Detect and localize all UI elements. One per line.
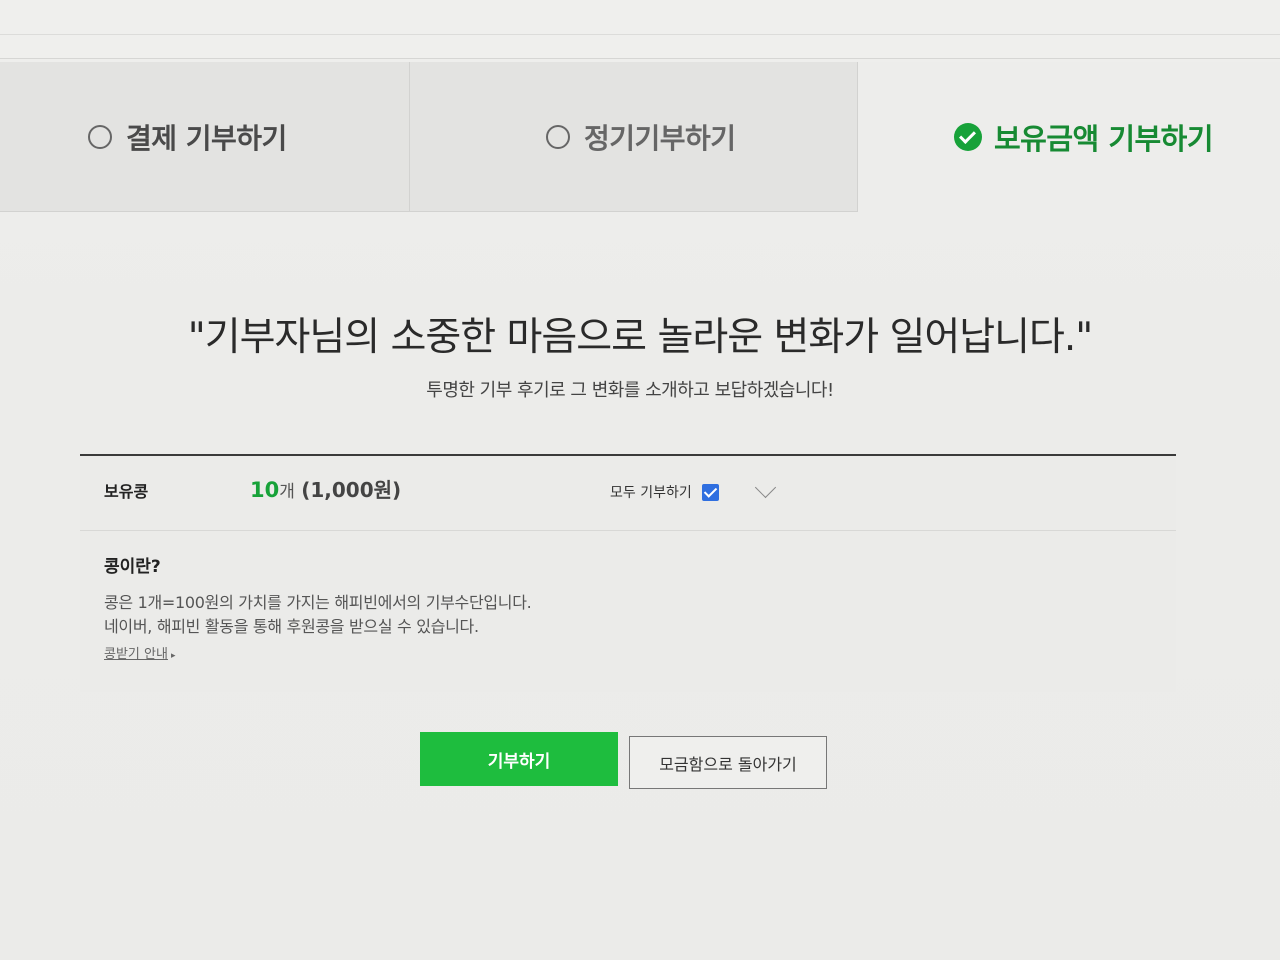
donate-all-label: 모두 기부하기 [610,485,692,501]
balance-won: (1,000원) [301,478,402,502]
tab-balance-donation[interactable]: 보유금액 기부하기 [858,62,1280,212]
bean-info-title: 콩이란? [104,557,161,577]
back-to-fundbox-button[interactable]: 모금함으로 돌아가기 [629,736,827,789]
triangle-right-icon: ▸ [170,651,176,661]
balance-count: 10 [250,478,280,502]
page: 결제 기부하기 정기기부하기 보유금액 기부하기 "기부자님의 소중한 마음으로… [0,0,1280,960]
top-strip-divider [0,34,1280,35]
bean-guide-link[interactable]: 콩받기 안내 ▸ [104,643,175,662]
bean-info: 콩이란? 콩은 1개=100원의 가치를 가지는 해피빈에서의 기부수단입니다.… [104,552,1144,662]
tab-label: 결제 기부하기 [126,121,287,155]
tab-label: 정기기부하기 [584,121,736,155]
page-subheadline: 투명한 기부 후기로 그 변화를 소개하고 보답하겠습니다! [426,380,834,401]
tab-regular-donation[interactable]: 정기기부하기 [410,62,858,212]
donate-all-toggle[interactable]: 모두 기부하기 [610,482,719,502]
chevron-down-icon[interactable] [754,476,777,499]
bean-guide-link-label: 콩받기 안내 [104,647,168,662]
balance-panel: 보유콩 10개 (1,000원) 모두 기부하기 콩이란? 콩은 1개=100원… [80,454,1176,692]
donate-button[interactable]: 기부하기 [420,732,618,786]
donation-tabs: 결제 기부하기 정기기부하기 보유금액 기부하기 [0,62,1280,212]
radio-empty-icon[interactable] [546,124,570,149]
radio-empty-icon[interactable] [88,124,112,149]
page-headline: "기부자님의 소중한 마음으로 놀라운 변화가 일어납니다." [187,315,1094,360]
balance-row: 보유콩 10개 (1,000원) 모두 기부하기 [80,456,1176,531]
tab-payment-donation[interactable]: 결제 기부하기 [0,62,410,212]
top-strip [0,0,1280,59]
balance-value: 10개 (1,000원) [250,474,401,503]
tab-label: 보유금액 기부하기 [994,122,1214,156]
balance-unit: 개 [279,482,295,502]
balance-label: 보유콩 [104,482,149,501]
check-circle-icon[interactable] [954,123,982,151]
bean-info-line: 네이버, 해피빈 활동을 통해 후원콩을 받으실 수 있습니다. [104,617,479,636]
checkbox-checked-icon[interactable] [701,483,719,501]
bean-info-line: 콩은 1개=100원의 가치를 가지는 해피빈에서의 기부수단입니다. [104,593,532,612]
